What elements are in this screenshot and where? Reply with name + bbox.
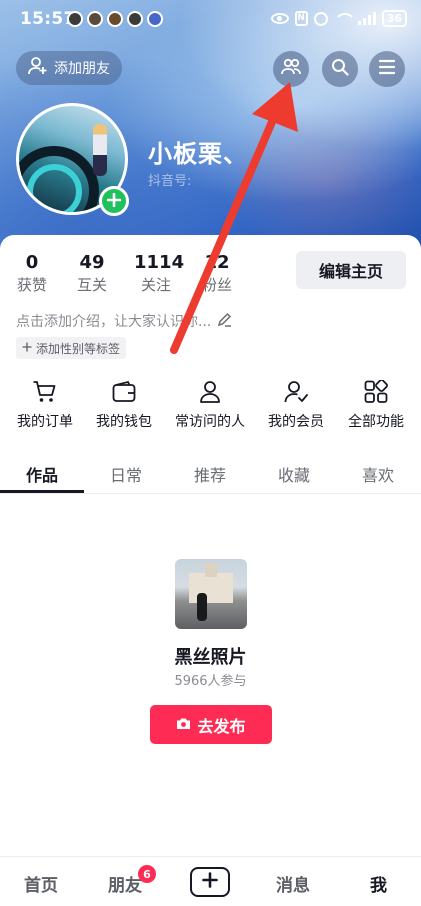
status-bar: 15:57 N 36 — [0, 0, 421, 40]
add-friend-button[interactable]: 添加朋友 — [16, 51, 122, 85]
content-tabs: 作品 日常 推荐 收藏 喜欢 — [0, 452, 421, 494]
stat-label: 关注 — [140, 276, 171, 294]
profile-nickname: 小板栗、 — [148, 140, 248, 168]
search-button[interactable] — [322, 51, 358, 87]
func-label: 全部功能 — [348, 414, 404, 430]
tab-favorites[interactable]: 收藏 — [278, 462, 310, 486]
stat-label: 粉丝 — [201, 276, 232, 294]
app-notification-icon — [107, 11, 123, 27]
friends-button[interactable] — [273, 51, 309, 87]
notification-app-icons — [67, 11, 163, 27]
publish-label: 去发布 — [197, 716, 246, 736]
add-user-icon — [28, 56, 48, 80]
pencil-icon — [217, 312, 232, 331]
promo-title: 黑丝照片 — [174, 647, 247, 668]
app-notification-icon — [87, 11, 103, 27]
edit-profile-button[interactable]: 编辑主页 — [296, 251, 406, 289]
search-icon — [331, 58, 349, 80]
func-label: 我的钱包 — [96, 414, 152, 430]
stat-label: 获赞 — [16, 276, 47, 294]
stat-following[interactable]: 1114 关注 — [134, 252, 185, 296]
nav-messages[interactable]: 消息 — [276, 871, 310, 896]
promo-participants: 5966人参与 — [174, 674, 247, 689]
func-label: 我的会员 — [268, 414, 324, 430]
func-all-features[interactable]: 全部功能 — [336, 378, 416, 431]
quick-functions: 我的订单 我的钱包 常访问的人 我的会员 全部功能 — [0, 378, 421, 434]
tab-recommend[interactable]: 推荐 — [194, 462, 226, 486]
nav-home[interactable]: 首页 — [24, 871, 58, 896]
func-orders[interactable]: 我的订单 — [5, 378, 85, 431]
create-button[interactable] — [190, 867, 230, 897]
grid-icon — [336, 378, 416, 406]
wallet-icon — [84, 378, 164, 406]
func-label: 常访问的人 — [175, 414, 245, 430]
alarm-icon — [313, 11, 328, 26]
eye-comfort-icon — [270, 13, 289, 24]
nav-friends[interactable]: 朋友 — [108, 871, 142, 896]
signal-icon — [357, 12, 376, 25]
camera-icon — [176, 715, 191, 734]
publish-button[interactable]: 去发布 — [150, 705, 272, 744]
battery-icon: 36 — [381, 10, 407, 27]
tab-daily[interactable]: 日常 — [110, 462, 142, 486]
intro-text: 点击添加介绍，让大家认识你... — [16, 314, 212, 330]
add-story-button[interactable] — [99, 186, 129, 216]
func-frequent-visitors[interactable]: 常访问的人 — [170, 378, 250, 431]
nfc-icon: N — [294, 11, 308, 26]
add-tag-button[interactable]: 添加性别等标签 — [16, 337, 127, 359]
intro-placeholder[interactable]: 点击添加介绍，让大家认识你... — [16, 311, 232, 331]
active-tab-indicator — [0, 490, 84, 493]
bottom-nav: 首页 朋友 6 消息 我 — [0, 856, 421, 906]
add-tag-label: 添加性别等标签 — [36, 341, 121, 356]
app-notification-icon — [127, 11, 143, 27]
tab-works[interactable]: 作品 — [26, 462, 58, 486]
promo-thumbnail[interactable] — [175, 559, 247, 629]
plus-icon — [202, 872, 218, 892]
func-membership[interactable]: 我的会员 — [256, 378, 336, 431]
douyin-id: 抖音号: — [148, 174, 192, 189]
stat-value: 0 — [25, 252, 39, 273]
plus-icon — [106, 192, 122, 211]
app-notification-icon — [67, 11, 83, 27]
func-wallet[interactable]: 我的钱包 — [84, 378, 164, 431]
stat-label: 互关 — [76, 276, 107, 294]
person-icon — [170, 378, 250, 406]
stat-followers[interactable]: 12 粉丝 — [195, 252, 239, 296]
add-friend-label: 添加朋友 — [54, 61, 110, 77]
friends-icon — [281, 58, 301, 80]
func-label: 我的订单 — [17, 414, 73, 430]
member-icon — [256, 378, 336, 406]
stat-mutual[interactable]: 49 互关 — [75, 252, 109, 296]
menu-button[interactable] — [369, 51, 405, 87]
plus-icon — [22, 341, 32, 355]
tab-likes[interactable]: 喜欢 — [362, 462, 394, 486]
stat-value: 1114 — [134, 252, 185, 273]
stat-value: 49 — [79, 252, 105, 273]
cart-icon — [5, 378, 85, 406]
menu-icon — [378, 59, 396, 79]
app-notification-icon — [147, 11, 163, 27]
nav-me[interactable]: 我 — [370, 871, 387, 896]
wifi-icon — [333, 12, 356, 25]
status-indicators: N 36 — [270, 10, 407, 27]
friends-badge: 6 — [138, 865, 156, 883]
stat-likes[interactable]: 0 获赞 — [15, 252, 49, 296]
stat-value: 12 — [204, 252, 230, 273]
